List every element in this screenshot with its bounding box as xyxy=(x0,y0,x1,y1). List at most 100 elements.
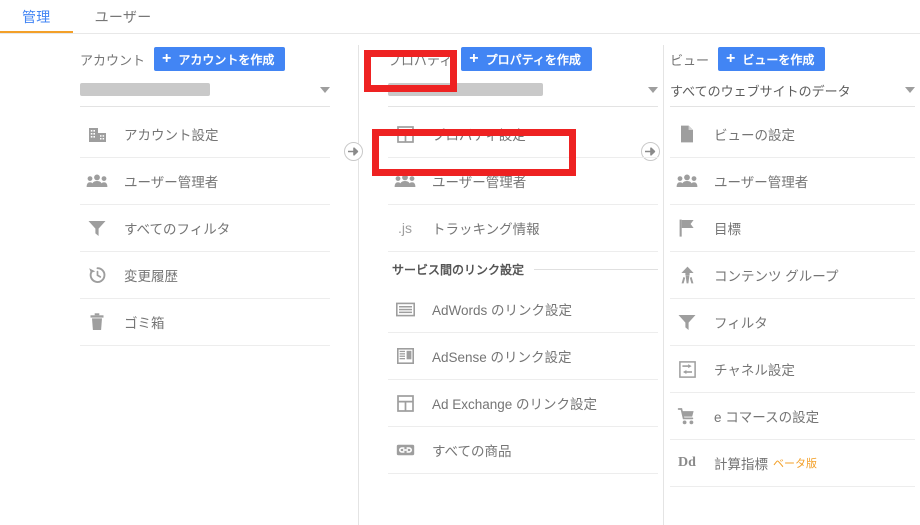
property-column-header: プロパティ + プロパティを作成 xyxy=(388,45,658,73)
tab-list: 管理 ユーザー xyxy=(0,0,174,35)
filter-icon xyxy=(84,216,110,240)
flag-icon xyxy=(674,216,700,240)
admin-page: 管理 ユーザー アカウント + アカウントを作成 アカウント設定 ユーザー管理者… xyxy=(0,0,920,525)
document-icon xyxy=(674,122,700,146)
chevron-down-icon xyxy=(905,87,915,93)
create-view-button[interactable]: + ビューを作成 xyxy=(718,47,826,71)
people-icon xyxy=(84,169,110,193)
building-icon xyxy=(84,122,110,146)
account-menu-item-change-history[interactable]: 変更履歴 xyxy=(80,252,330,299)
property-menu-item-all-products[interactable]: すべての商品 xyxy=(388,427,658,474)
plus-icon: + xyxy=(726,50,736,67)
property-menu-item-label: AdSense のリンク設定 xyxy=(432,350,572,365)
view-menu-item-label: コンテンツ グループ xyxy=(714,269,839,284)
tab-admin[interactable]: 管理 xyxy=(0,0,73,35)
property-menu-item-label: AdWords のリンク設定 xyxy=(432,303,573,318)
view-menu-item-label: ビューの設定 xyxy=(714,128,795,143)
content-group-icon xyxy=(674,263,700,287)
tab-admin-label: 管理 xyxy=(22,9,51,25)
property-name-redacted xyxy=(388,83,543,96)
chevron-down-icon xyxy=(648,87,658,93)
property-menu-item-adexchange-linking[interactable]: Ad Exchange のリンク設定 xyxy=(388,380,658,427)
create-property-label: プロパティを作成 xyxy=(485,52,581,67)
view-menu-item-label: ユーザー管理者 xyxy=(714,175,809,190)
people-icon xyxy=(392,169,418,193)
create-account-label: アカウントを作成 xyxy=(178,52,275,67)
property-label: プロパティ xyxy=(388,52,453,68)
column-divider-2 xyxy=(663,45,664,525)
view-selector[interactable]: すべてのウェブサイトのデータ xyxy=(670,81,915,107)
plus-icon: + xyxy=(469,50,479,67)
top-tab-bar: 管理 ユーザー xyxy=(0,0,920,35)
history-icon xyxy=(84,263,110,287)
people-icon xyxy=(674,169,700,193)
property-menu-item-settings[interactable]: プロパティ設定 xyxy=(388,111,658,158)
account-menu-item-trash[interactable]: ゴミ箱 xyxy=(80,299,330,346)
dd-icon: Dd xyxy=(678,455,696,470)
view-menu-item-channel-settings[interactable]: チャネル設定 xyxy=(670,346,915,393)
tab-user-label: ユーザー xyxy=(94,9,152,25)
view-menu-item-filters[interactable]: フィルタ xyxy=(670,299,915,346)
view-menu-item-label: チャネル設定 xyxy=(714,363,795,378)
account-menu-item-label: アカウント設定 xyxy=(124,128,219,143)
view-menu-item-content-grouping[interactable]: コンテンツ グループ xyxy=(670,252,915,299)
create-view-label: ビューを作成 xyxy=(742,52,815,67)
property-menu-item-label: Ad Exchange のリンク設定 xyxy=(432,397,598,412)
adwords-icon xyxy=(392,297,418,321)
account-menu-item-label: すべてのフィルタ xyxy=(124,222,231,237)
property-menu-item-adwords-linking[interactable]: AdWords のリンク設定 xyxy=(388,286,658,333)
account-label: アカウント xyxy=(80,52,146,68)
trash-icon xyxy=(84,310,110,334)
view-menu-item-label: e コマースの設定 xyxy=(714,410,820,425)
adexchange-icon xyxy=(392,391,418,415)
channel-icon xyxy=(674,357,700,381)
beta-badge: ベータ版 xyxy=(773,458,817,470)
account-menu-item-user-management[interactable]: ユーザー管理者 xyxy=(80,158,330,205)
property-selector[interactable] xyxy=(388,81,658,107)
create-property-button[interactable]: + プロパティを作成 xyxy=(461,47,592,71)
account-menu-item-settings[interactable]: アカウント設定 xyxy=(80,111,330,158)
js-icon: .js xyxy=(398,220,412,236)
account-selector[interactable] xyxy=(80,81,330,107)
view-menu-item-goals[interactable]: 目標 xyxy=(670,205,915,252)
column-divider-1 xyxy=(358,45,359,525)
view-column-header: ビュー + ビューを作成 xyxy=(670,45,915,73)
property-column: プロパティ + プロパティを作成 プロパティ設定 ユーザー管理者 .js トラッ… xyxy=(388,45,658,474)
property-icon xyxy=(392,122,418,146)
adsense-icon xyxy=(392,344,418,368)
view-label: ビュー xyxy=(670,52,710,68)
account-name-redacted xyxy=(80,83,210,96)
account-column-header: アカウント + アカウントを作成 xyxy=(80,45,330,73)
view-selector-value: すべてのウェブサイトのデータ xyxy=(670,84,851,99)
view-menu-item-settings[interactable]: ビューの設定 xyxy=(670,111,915,158)
view-menu-item-label: フィルタ xyxy=(714,316,768,331)
view-column: ビュー + ビューを作成 すべてのウェブサイトのデータ ビューの設定 ユーザー管… xyxy=(670,45,915,487)
section-rule xyxy=(534,268,658,270)
view-menu-item-ecommerce-settings[interactable]: e コマースの設定 ベータ版 xyxy=(670,393,915,440)
filter-icon xyxy=(674,310,700,334)
chevron-down-icon xyxy=(320,87,330,93)
account-menu-item-all-filters[interactable]: すべてのフィルタ xyxy=(80,205,330,252)
plus-icon: + xyxy=(162,50,172,67)
view-menu-item-label: 計算指標 xyxy=(714,457,768,472)
cart-icon xyxy=(674,404,700,428)
view-menu-item-user-management[interactable]: ユーザー管理者 xyxy=(670,158,915,205)
create-account-button[interactable]: + アカウントを作成 xyxy=(154,47,286,71)
tab-user[interactable]: ユーザー xyxy=(73,0,174,35)
property-menu: プロパティ設定 ユーザー管理者 .js トラッキング情報 サービス間のリンク設定… xyxy=(388,111,658,474)
view-menu-item-label: 目標 xyxy=(714,222,741,237)
property-menu-item-label: トラッキング情報 xyxy=(432,222,540,237)
property-menu-item-user-management[interactable]: ユーザー管理者 xyxy=(388,158,658,205)
account-menu-item-label: 変更履歴 xyxy=(124,269,178,284)
account-menu-item-label: ゴミ箱 xyxy=(124,316,165,331)
account-column: アカウント + アカウントを作成 アカウント設定 ユーザー管理者 すべてのフィル… xyxy=(80,45,330,346)
arrow-right-icon-1[interactable] xyxy=(344,142,363,161)
property-menu-item-adsense-linking[interactable]: AdSense のリンク設定 xyxy=(388,333,658,380)
product-linking-section-title: サービス間のリンク設定 xyxy=(392,262,525,277)
view-menu-item-calculated-metrics[interactable]: Dd 計算指標 ベータ版 xyxy=(670,440,915,487)
property-menu-item-tracking-info[interactable]: .js トラッキング情報 xyxy=(388,205,658,252)
tab-bar-separator xyxy=(0,33,920,34)
property-menu-item-label: ユーザー管理者 xyxy=(432,175,527,190)
view-menu: ビューの設定 ユーザー管理者 目標 コンテンツ グループ フィルタ チャネル設定… xyxy=(670,111,915,487)
account-menu: アカウント設定 ユーザー管理者 すべてのフィルタ 変更履歴 ゴミ箱 xyxy=(80,111,330,346)
